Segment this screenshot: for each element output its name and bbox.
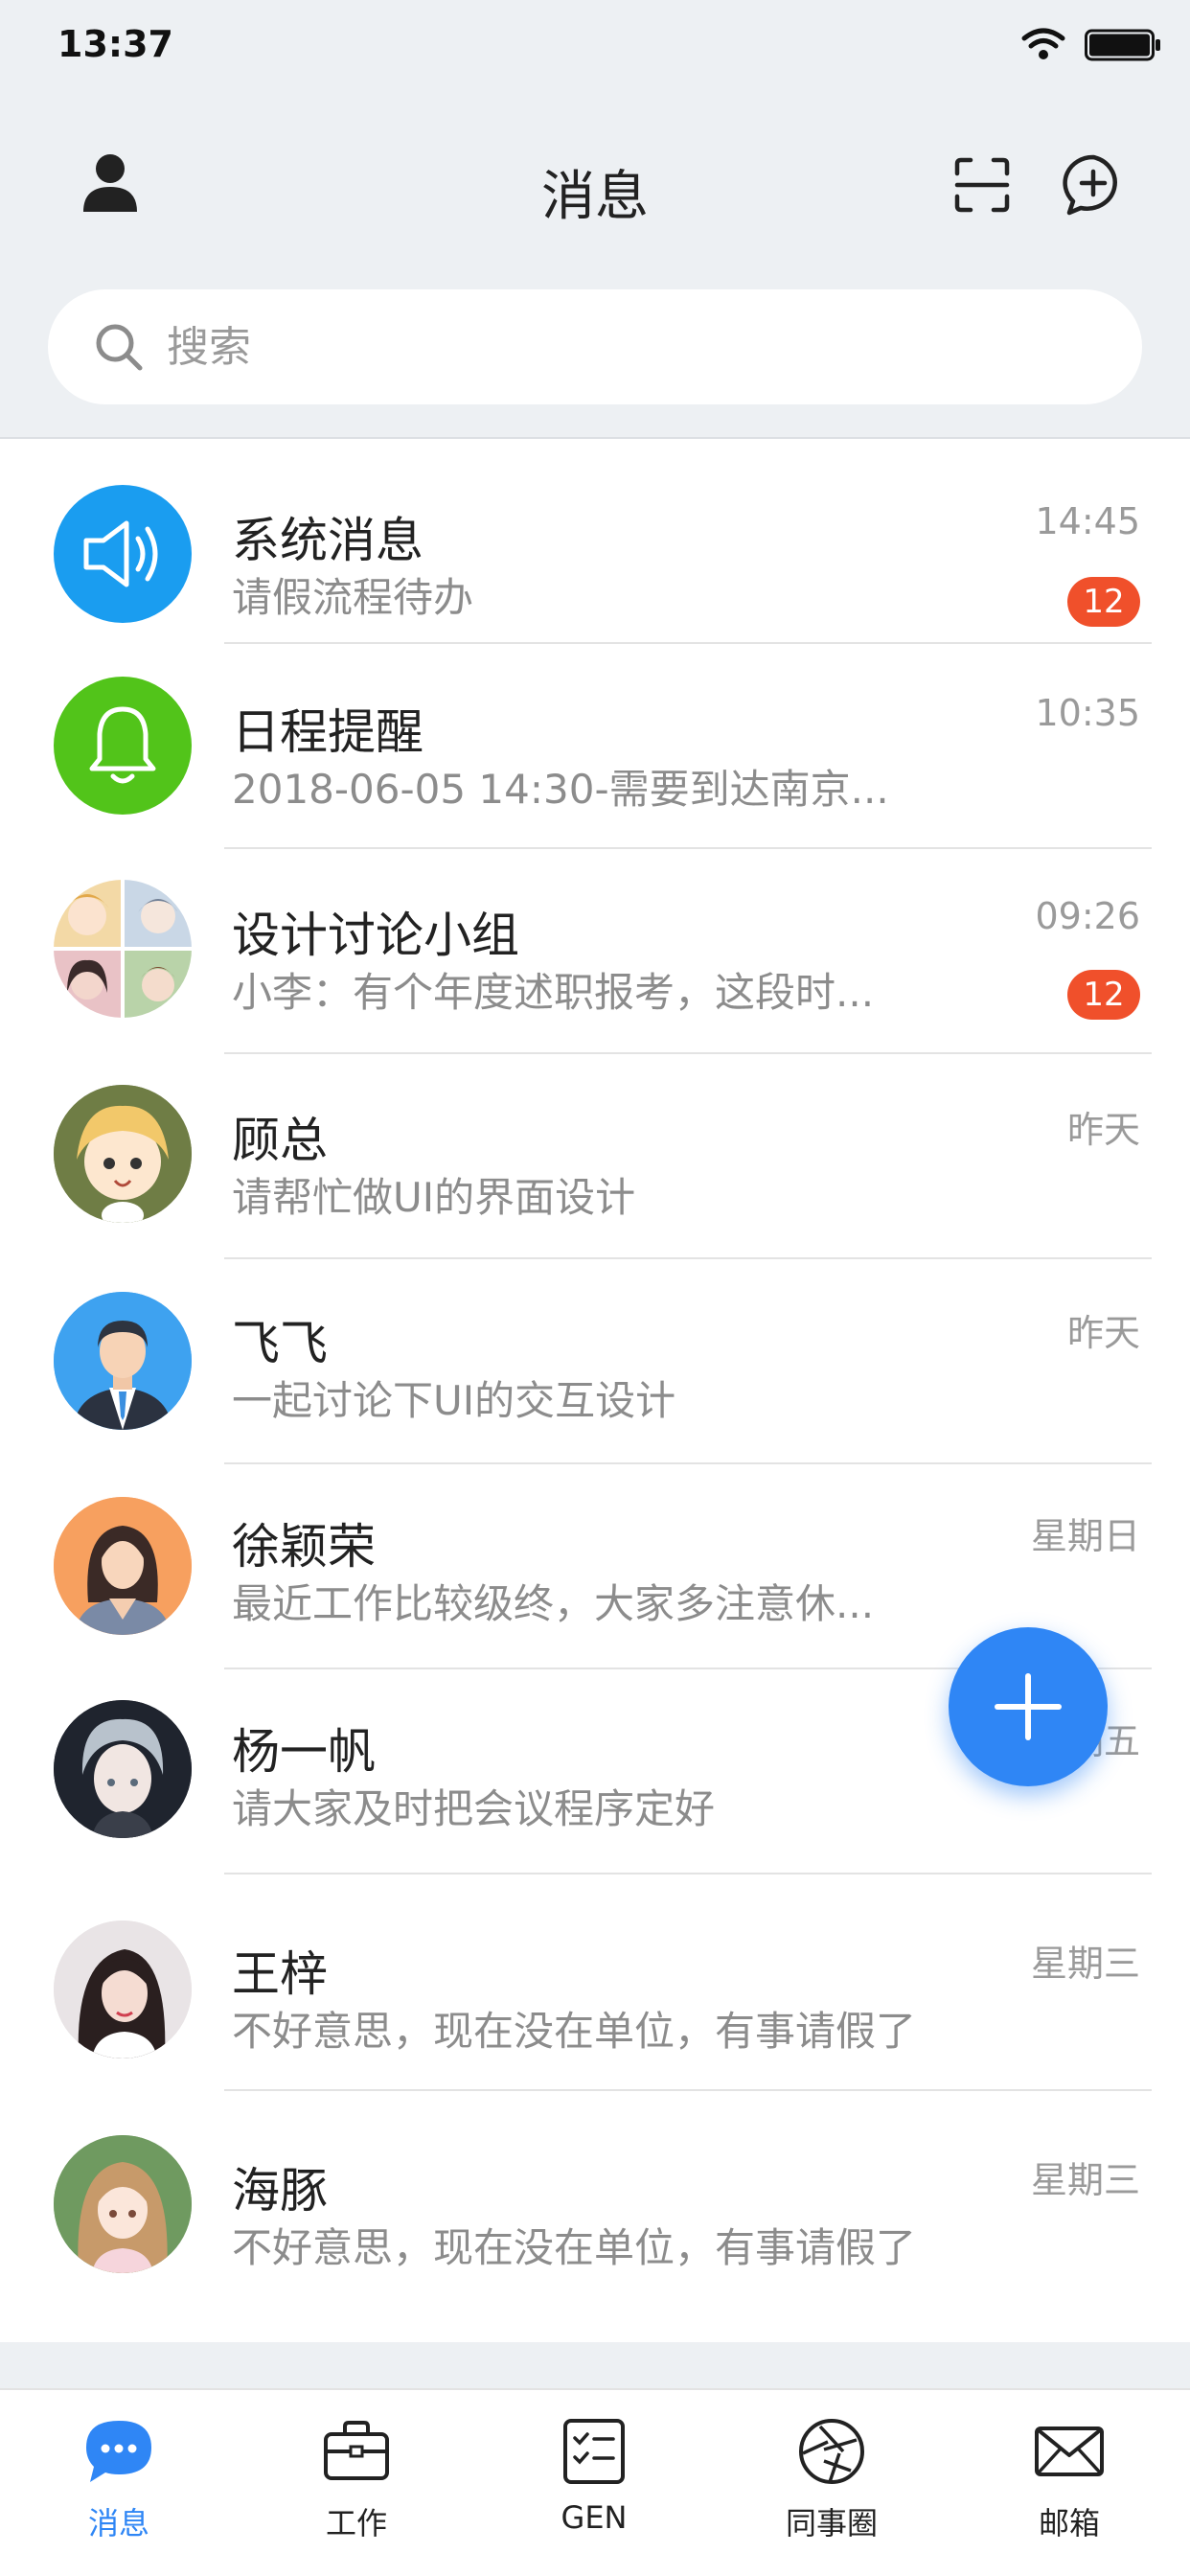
conversation-time: 14:45 bbox=[1035, 500, 1140, 542]
conversation-row[interactable]: 飞飞 一起讨论下UI的交互设计 昨天 bbox=[0, 1259, 1190, 1464]
conversation-name: 系统消息 bbox=[232, 513, 423, 568]
conversation-preview: 请帮忙做UI的界面设计 bbox=[232, 1174, 636, 1221]
wifi-icon bbox=[1021, 28, 1065, 59]
conversation-row[interactable]: 王梓 不好意思，现在没在单位，有事请假了 星期三 bbox=[0, 1874, 1190, 2091]
battery-icon bbox=[1085, 29, 1160, 61]
unread-badge: 12 bbox=[1067, 970, 1140, 1020]
header: 消息 bbox=[0, 125, 1190, 249]
conversation-name: 徐颖荣 bbox=[232, 1519, 376, 1575]
group-avatar bbox=[54, 880, 192, 1018]
search-bar[interactable] bbox=[48, 289, 1142, 404]
scan-icon bbox=[954, 157, 1010, 213]
aperture-icon bbox=[799, 2419, 864, 2484]
conversation-name: 顾总 bbox=[232, 1113, 328, 1168]
conversation-preview: 最近工作比较级终，大家多注意休... bbox=[232, 1580, 875, 1627]
conversation-preview: 请假流程待办 bbox=[232, 574, 474, 621]
conversation-time: 星期三 bbox=[1030, 1943, 1140, 1985]
conversation-row[interactable]: 系统消息 请假流程待办 14:45 12 bbox=[0, 439, 1190, 644]
girl-photo-avatar bbox=[54, 1920, 192, 2058]
tab-label: GEN bbox=[561, 2499, 628, 2536]
speaker-icon bbox=[54, 485, 192, 623]
tab-label: 同事圈 bbox=[785, 2505, 878, 2542]
conversation-time: 昨天 bbox=[1066, 1109, 1140, 1151]
list-footer-gap bbox=[0, 2342, 1190, 2388]
search-input[interactable] bbox=[167, 314, 1029, 380]
compose-fab[interactable] bbox=[949, 1627, 1108, 1786]
status-bar: 13:37 bbox=[0, 0, 1190, 92]
conversation-time: 09:26 bbox=[1035, 895, 1140, 937]
tab-label: 消息 bbox=[87, 2505, 149, 2542]
tab-messages[interactable]: 消息 bbox=[0, 2390, 238, 2576]
conversation-row[interactable]: 海豚 不好意思，现在没在单位，有事请假了 星期三 bbox=[0, 2091, 1190, 2308]
tab-label: 邮箱 bbox=[1038, 2505, 1100, 2542]
mail-icon bbox=[1035, 2426, 1104, 2476]
businessman-avatar bbox=[54, 1292, 192, 1430]
conversation-preview: 小李：有个年度述职报考，这段时... bbox=[232, 969, 875, 1016]
woman-avatar bbox=[54, 1497, 192, 1635]
conversation-preview: 一起讨论下UI的交互设计 bbox=[232, 1377, 676, 1424]
conversation-name: 王梓 bbox=[232, 1946, 328, 2002]
conversation-preview: 2018-06-05 14:30-需要到达南京... bbox=[232, 766, 889, 813]
boy-avatar bbox=[54, 1700, 192, 1838]
add-chat-button[interactable] bbox=[1060, 151, 1127, 218]
conversation-name: 设计讨论小组 bbox=[232, 908, 519, 963]
conversation-row[interactable]: 顾总 请帮忙做UI的界面设计 昨天 bbox=[0, 1054, 1190, 1259]
conversation-preview: 请大家及时把会议程序定好 bbox=[232, 1785, 716, 1832]
conversation-time: 10:35 bbox=[1035, 692, 1140, 734]
briefcase-icon bbox=[324, 2421, 389, 2480]
checklist-icon bbox=[563, 2419, 625, 2484]
conversation-name: 海豚 bbox=[232, 2163, 328, 2219]
tab-label: 工作 bbox=[325, 2505, 387, 2542]
bell-icon bbox=[54, 677, 192, 815]
conversation-preview: 不好意思，现在没在单位，有事请假了 bbox=[232, 2224, 917, 2271]
conversation-row[interactable]: 日程提醒 2018-06-05 14:30-需要到达南京... 10:35 bbox=[0, 644, 1190, 849]
top-area: 13:37 消息 bbox=[0, 0, 1190, 437]
scan-button[interactable] bbox=[950, 153, 1014, 217]
tab-work[interactable]: 工作 bbox=[238, 2390, 475, 2576]
conversation-time: 昨天 bbox=[1066, 1312, 1140, 1354]
tab-gen[interactable]: GEN bbox=[475, 2390, 713, 2576]
search-icon bbox=[96, 324, 143, 371]
tab-bar: 消息 工作 GEN 同事圈 邮箱 bbox=[0, 2388, 1190, 2576]
anime-avatar bbox=[54, 1085, 192, 1223]
conversation-time: 星期三 bbox=[1030, 2159, 1140, 2201]
conversation-preview: 不好意思，现在没在单位，有事请假了 bbox=[232, 2008, 917, 2055]
conversation-row[interactable]: 设计讨论小组 小李：有个年度述职报考，这段时... 09:26 12 bbox=[0, 849, 1190, 1054]
chat-plus-icon bbox=[1063, 154, 1117, 216]
conversation-name: 杨一帆 bbox=[232, 1724, 376, 1780]
conversation-name: 飞飞 bbox=[232, 1316, 328, 1371]
conversation-name: 日程提醒 bbox=[232, 704, 423, 760]
status-time: 13:37 bbox=[57, 23, 173, 65]
conversation-time: 星期日 bbox=[1030, 1515, 1140, 1557]
anime-girl-avatar bbox=[54, 2135, 192, 2273]
unread-badge: 12 bbox=[1067, 577, 1140, 627]
chat-bubble-icon bbox=[86, 2421, 151, 2482]
plus-icon bbox=[995, 1673, 1062, 1740]
tab-mail[interactable]: 邮箱 bbox=[950, 2390, 1188, 2576]
tab-colleagues[interactable]: 同事圈 bbox=[713, 2390, 950, 2576]
